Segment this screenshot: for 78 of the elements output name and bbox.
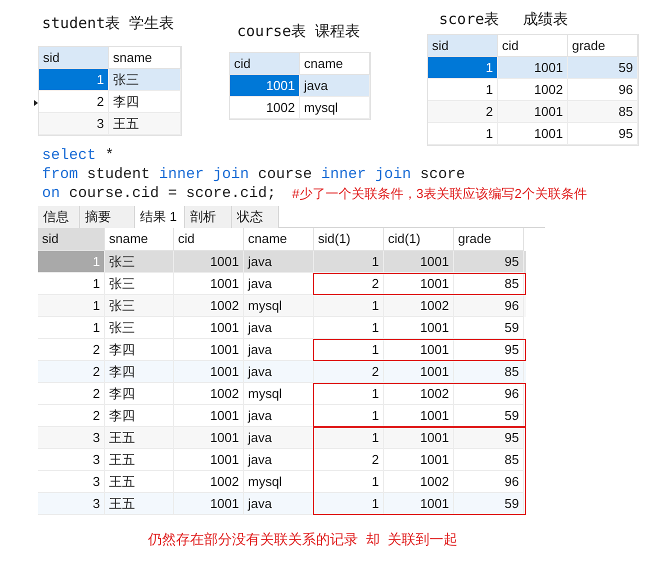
table-cell: 1 (314, 251, 384, 273)
table-cell: 1001 (230, 75, 300, 97)
table-cell: 1 (39, 69, 109, 91)
table-title: score表 成绩表 (438, 9, 570, 30)
table-row[interactable]: 3 王五 (39, 113, 181, 135)
table-row[interactable]: 1001 java (230, 75, 370, 97)
table-row[interactable]: 1002 mysql (230, 97, 370, 119)
table-cell: 1 (314, 317, 384, 339)
column-header: sid (428, 35, 498, 57)
table-row[interactable]: 2 李四 1002 mysql 1 1002 96 (38, 383, 526, 405)
table-row[interactable]: 1 张三 1001 java 1 1001 59 (38, 317, 526, 339)
table-row[interactable]: 2 李四 1001 java 1 1001 59 (38, 405, 526, 427)
column-header: sid (38, 228, 105, 251)
table-row[interactable]: 1 张三 1002 mysql 1 1002 96 (38, 295, 526, 317)
table-row[interactable]: 3 王五 1001 java 2 1001 85 (38, 449, 526, 471)
table-row[interactable]: 1 张三 1001 java 2 1001 85 (38, 273, 526, 295)
table-cell: mysql (300, 97, 370, 119)
code-line: from student inner join course inner join score (42, 165, 466, 184)
table-row[interactable]: 2 李四 1001 java 1 1001 95 (38, 339, 526, 361)
tab[interactable]: 结果 1 (135, 206, 185, 228)
column-header: cid (498, 35, 568, 57)
column-header: sname (105, 228, 174, 251)
table-row[interactable]: 1 1001 59 (428, 57, 638, 79)
column-header: cid (174, 228, 244, 251)
table-row[interactable]: 3 王五 1001 java 1 1001 59 (38, 493, 526, 515)
table-cell: 1001 (384, 493, 454, 515)
column-header: sid(1) (314, 228, 384, 251)
table-row[interactable]: 3 王五 1002 mysql 1 1002 96 (38, 471, 526, 493)
table-cell: 王五 (109, 113, 181, 135)
table-cell: 95 (568, 123, 638, 145)
column-header: sname (109, 47, 181, 69)
table-cell: 59 (454, 317, 524, 339)
table-title: student表 学生表 (41, 13, 176, 34)
table-cell: 3 (38, 493, 105, 515)
annotation-text: #少了一个关联条件，3表关联应该编写2个关联条件 (292, 185, 587, 203)
table-row[interactable]: 1 张三 (39, 69, 181, 91)
table-cell: 1001 (174, 493, 244, 515)
table-cell: 1001 (384, 251, 454, 273)
annotation-text: 仍然存在部分没有关联关系的记录 却 关联到一起 (148, 530, 459, 549)
table-cell: 59 (454, 405, 524, 427)
table-cell: 王五 (105, 493, 174, 515)
table-cell: 1002 (230, 97, 300, 119)
table-cell: 59 (454, 493, 524, 515)
table-cell: 3 (39, 113, 109, 135)
table-cell: java (244, 493, 314, 515)
table-row[interactable]: 2 1001 85 (428, 101, 638, 123)
column-header: cname (244, 228, 314, 251)
table-cell: 95 (454, 251, 524, 273)
table-cell: 1 (428, 123, 498, 145)
table-row[interactable]: 1 张三 1001 java 1 1001 95 (38, 251, 526, 273)
table-row[interactable]: 3 王五 1001 java 1 1001 95 (38, 427, 526, 449)
tab[interactable]: 状态 (232, 206, 279, 228)
column-header: cid (230, 53, 300, 75)
code-line: on course.cid = score.cid; (42, 184, 276, 203)
table-cell: 85 (454, 361, 524, 383)
tab[interactable]: 剖析 (185, 206, 232, 228)
column-header: cname (300, 53, 370, 75)
column-header: grade (454, 228, 524, 251)
tab[interactable]: 信息 (38, 206, 80, 228)
table-row[interactable]: 2 李四 1001 java 2 1001 85 (38, 361, 526, 383)
column-header: cid(1) (384, 228, 454, 251)
table-title: course表 课程表 (236, 21, 362, 42)
table-cell: 1 (314, 493, 384, 515)
table-cell: 1 (314, 405, 384, 427)
table-row[interactable]: 2 李四 (39, 91, 181, 113)
table-cell: 1 (38, 251, 105, 273)
table-cell: 2 (314, 361, 384, 383)
tab[interactable]: 摘要 (80, 206, 135, 228)
table-cell: 1001 (384, 361, 454, 383)
code-line: select * (42, 146, 114, 165)
column-header: sid (39, 47, 109, 69)
table-cell: 1001 (498, 123, 568, 145)
column-header: grade (568, 35, 638, 57)
table-cell: 1001 (384, 317, 454, 339)
table-cell: 1 (428, 57, 498, 79)
table-row[interactable]: 1 1001 95 (428, 123, 638, 145)
table-row[interactable]: 1 1002 96 (428, 79, 638, 101)
table-cell: 1001 (384, 405, 454, 427)
